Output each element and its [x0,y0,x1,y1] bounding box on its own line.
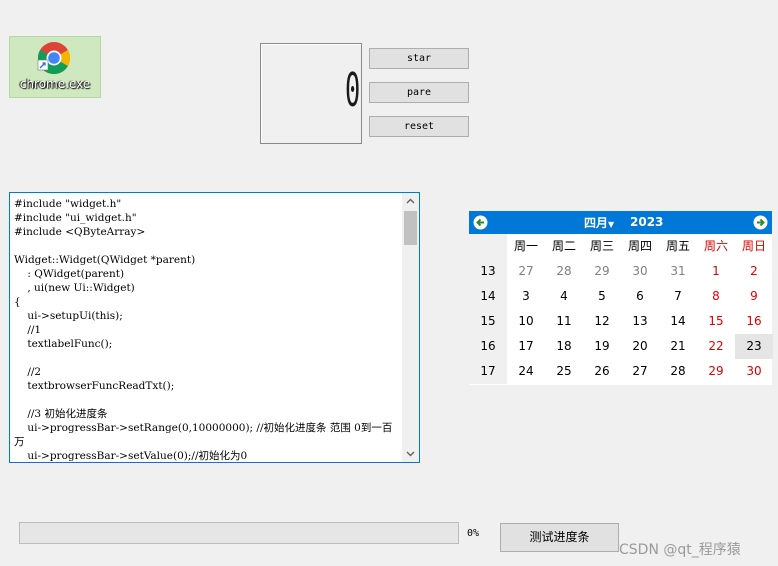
code-line: Widget::Widget(QWidget *parent) [14,254,196,266]
calendar-day[interactable]: 30 [735,359,773,384]
month-label: 四月 [584,216,609,230]
calendar-week-row: 13 27 28 29 30 31 1 2 [469,259,772,284]
calendar-navigation-bar: 四月▼ 2023 [469,211,772,234]
week-number: 13 [469,259,507,284]
calendar-week-row: 17 24 25 26 27 28 29 30 [469,359,772,384]
calendar-day[interactable]: 22 [697,334,735,359]
week-number: 17 [469,359,507,384]
code-line: //1 [14,324,42,336]
calendar-day[interactable]: 24 [507,359,545,384]
text-browser[interactable]: #include "widget.h" #include "ui_widget.h… [9,192,420,463]
calendar-day[interactable]: 9 [735,284,773,309]
calendar-day[interactable]: 4 [545,284,583,309]
code-line: ui->progressBar->setValue(0);//初始化为0 [14,450,248,462]
code-line: , ui(new Ui::Widget) [14,282,135,294]
progress-bar [19,522,459,544]
month-selector[interactable]: 四月▼ [584,214,614,231]
calendar-grid: 周一 周二 周三 周四 周五 周六 周日 13 27 28 29 30 31 1 2 14 3 4 5 6 7 8 9 15 1… [469,234,773,384]
calendar-day[interactable]: 15 [697,309,735,334]
calendar-day[interactable]: 2 [735,259,773,284]
prev-month-icon[interactable] [473,215,488,230]
calendar-day[interactable]: 5 [583,284,621,309]
calendar-day[interactable]: 13 [621,309,659,334]
year-selector[interactable]: 2023 [630,215,663,229]
next-month-icon[interactable] [753,215,768,230]
week-number: 14 [469,284,507,309]
code-line: : QWidget(parent) [14,268,125,280]
weekday-header: 周五 [665,239,690,253]
chrome-icon [37,42,71,75]
calendar-day[interactable]: 27 [507,259,545,284]
code-line: //3 初始化进度条 [14,408,108,420]
calendar-day[interactable]: 31 [659,259,697,284]
code-text: #include "widget.h" #include "ui_widget.h… [14,197,402,462]
code-line: ui->progressBar->setRange(0,10000000); /… [14,422,393,448]
calendar-day[interactable]: 12 [583,309,621,334]
chrome-shortcut[interactable]: chrome.exe [9,36,101,98]
calendar-week-row: 16 17 18 19 20 21 22 23 [469,334,773,359]
calendar-day[interactable]: 11 [545,309,583,334]
code-line: ui->setupUi(this); [14,310,123,322]
calendar-day[interactable]: 28 [659,359,697,384]
calendar-day[interactable]: 28 [545,259,583,284]
code-line: #include "ui_widget.h" [14,212,137,224]
scrollbar-thumb[interactable] [404,211,417,245]
weekday-header: 周六 [703,239,728,253]
lcd-number-display: 0 [260,43,362,144]
calendar-day[interactable]: 20 [621,334,659,359]
start-button[interactable]: star [369,48,469,69]
calendar-day[interactable]: 16 [735,309,773,334]
calendar-day[interactable]: 10 [507,309,545,334]
progress-percent-label: 0% [467,528,480,539]
calendar-week-row: 15 10 11 12 13 14 15 16 [469,309,772,334]
week-number: 16 [469,334,507,359]
chevron-down-icon: ▼ [608,220,615,229]
code-line: #include "widget.h" [14,198,122,210]
scroll-up-icon[interactable] [402,193,419,210]
calendar-day[interactable]: 8 [697,284,735,309]
reset-button[interactable]: reset [369,116,469,137]
calendar-day[interactable]: 18 [545,334,583,359]
calendar-day[interactable]: 1 [697,259,735,284]
code-line: textlabelFunc(); [14,338,113,350]
chrome-shortcut-label: chrome.exe [19,77,91,91]
code-line: { [14,296,21,308]
weekday-header: 周一 [513,239,538,253]
calendar-day[interactable]: 26 [583,359,621,384]
calendar-day[interactable]: 3 [507,284,545,309]
calendar-day[interactable]: 21 [659,334,697,359]
calendar-day[interactable]: 27 [621,359,659,384]
calendar-day[interactable]: 29 [697,359,735,384]
pause-button[interactable]: pare [369,82,469,103]
calendar-day[interactable]: 17 [507,334,545,359]
scroll-down-icon[interactable] [402,445,419,462]
calendar-day[interactable]: 6 [621,284,659,309]
weekday-header: 周日 [741,239,766,253]
code-line: textbrowserFuncReadTxt(); [14,380,175,392]
weekday-header: 周三 [589,239,614,253]
calendar-week-row: 14 3 4 5 6 7 8 9 [469,284,772,309]
calendar-day[interactable]: 29 [583,259,621,284]
calendar-widget[interactable]: 四月▼ 2023 周一 周二 周三 周四 周五 周六 周日 13 27 28 29 30 31 1 2 14 3… [469,211,773,385]
calendar-day[interactable]: 14 [659,309,697,334]
calendar-corner [469,234,507,259]
week-number: 15 [469,309,507,334]
calendar-day[interactable]: 30 [621,259,659,284]
calendar-day[interactable]: 25 [545,359,583,384]
test-progress-button[interactable]: 测试进度条 [500,523,619,552]
vertical-scrollbar[interactable] [402,193,419,462]
code-line: #include <QByteArray> [14,226,146,238]
code-line: //2 [14,366,42,378]
weekday-header: 周四 [627,239,652,253]
weekday-header-row: 周一 周二 周三 周四 周五 周六 周日 [469,234,772,259]
weekday-header: 周二 [551,239,576,253]
watermark: CSDN @qt_程序猿 [619,542,741,558]
lcd-digit: 0 [345,63,361,117]
calendar-day[interactable]: 7 [659,284,697,309]
calendar-day[interactable]: 23 [735,334,773,359]
calendar-day[interactable]: 19 [583,334,621,359]
